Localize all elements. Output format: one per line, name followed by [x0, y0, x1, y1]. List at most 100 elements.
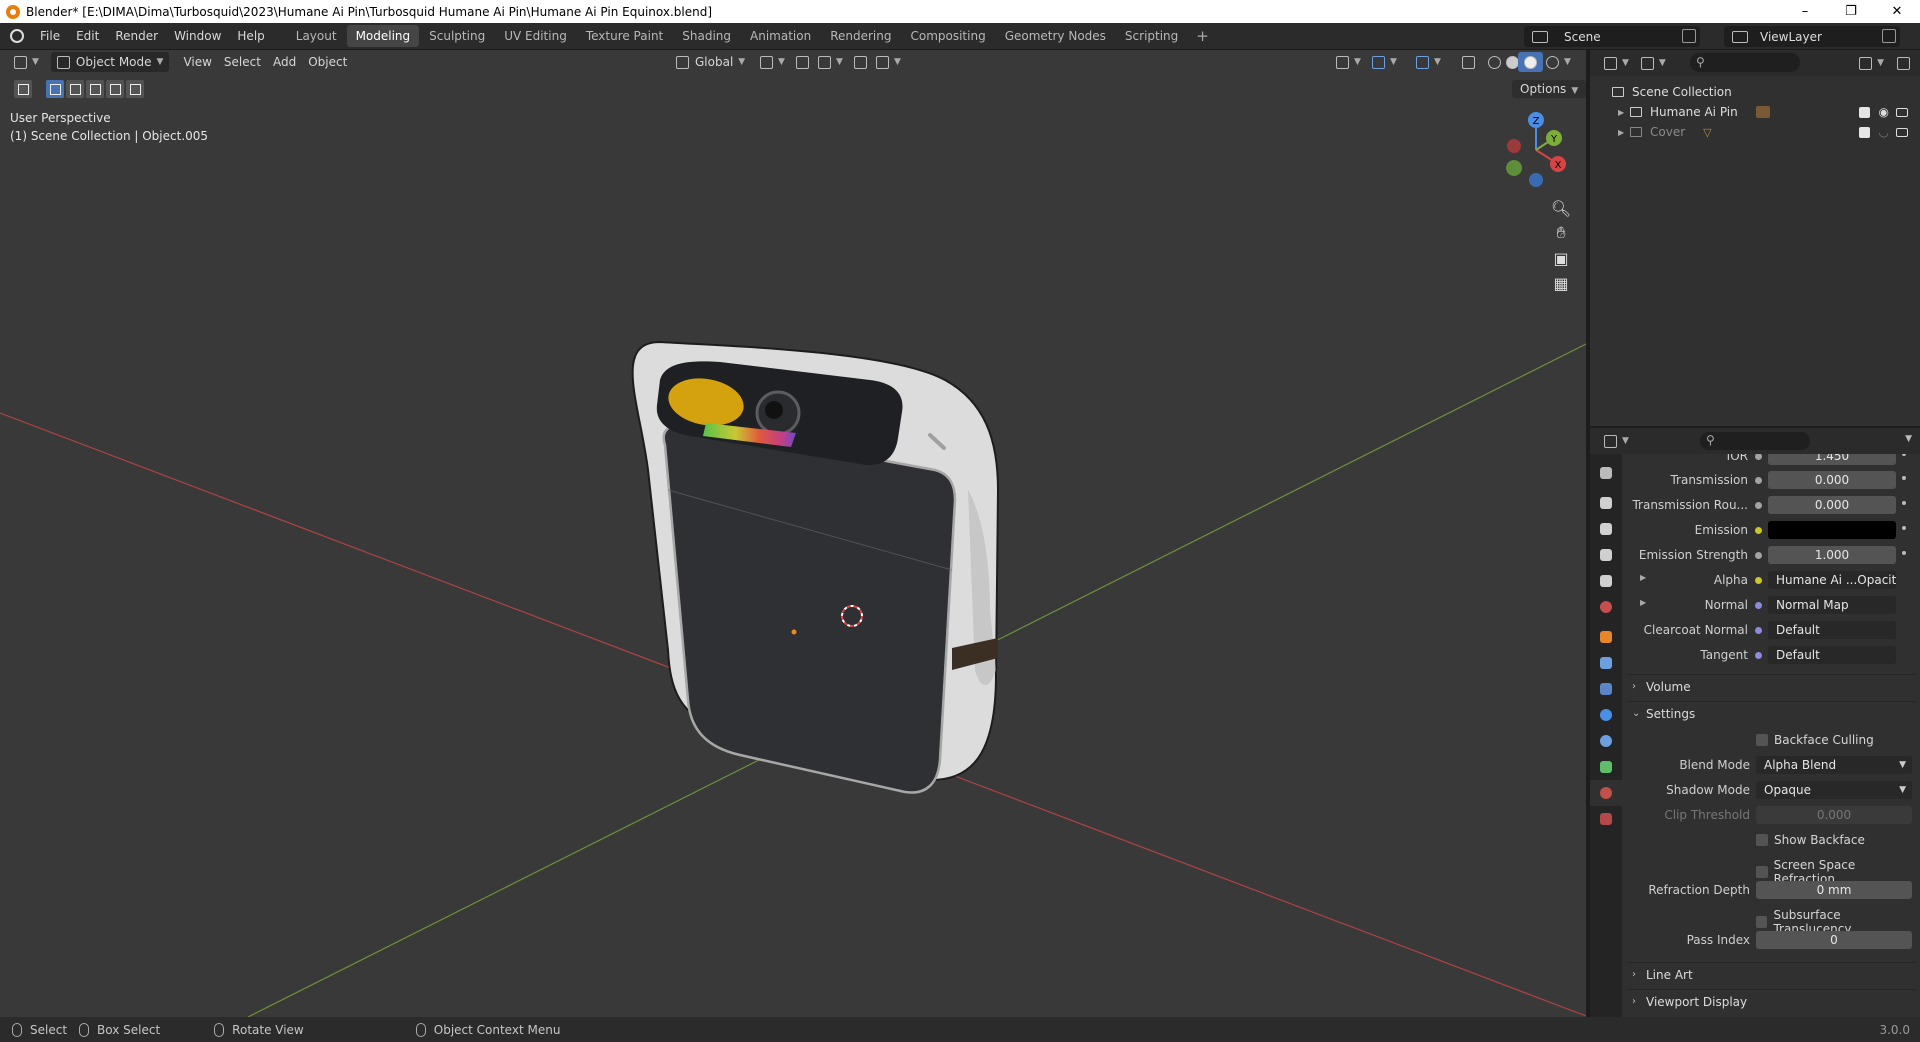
render-camera-icon[interactable] [1896, 107, 1908, 117]
keyframe-dot-icon[interactable] [1902, 526, 1906, 530]
ior-field[interactable]: 1.450 [1768, 454, 1896, 465]
exclude-checkbox[interactable] [1859, 126, 1870, 138]
backface-culling-checkbox[interactable]: Backface Culling [1756, 733, 1874, 747]
keyframe-dot-icon[interactable] [1902, 476, 1906, 480]
workspace-tab-sculpting[interactable]: Sculpting [420, 25, 494, 47]
xray-toggle[interactable] [1456, 52, 1481, 72]
pan-hand-icon[interactable]: ✋︎ [1548, 220, 1574, 246]
tab-particles[interactable] [1590, 676, 1622, 702]
tab-render[interactable] [1590, 490, 1622, 516]
properties-options-icon[interactable]: ▼ [1905, 434, 1912, 444]
blender-menu-icon[interactable] [10, 29, 24, 43]
menu-render[interactable]: Render [107, 29, 166, 43]
select-invert-icon[interactable] [106, 80, 124, 98]
3d-viewport[interactable]: ▼ Object Mode ▼ View Select Add Object Gl… [0, 50, 1586, 1017]
tab-view-layer[interactable] [1590, 542, 1622, 568]
tab-texture[interactable] [1590, 806, 1622, 832]
exclude-checkbox[interactable] [1859, 106, 1870, 118]
workspace-tab-texture-paint[interactable]: Texture Paint [577, 25, 672, 47]
emission-color-swatch[interactable] [1768, 521, 1896, 539]
transmission-roughness-field[interactable]: 0.000 [1768, 496, 1896, 514]
new-scene-button[interactable] [1682, 29, 1696, 43]
tab-output[interactable] [1590, 516, 1622, 542]
ai-pin-model[interactable] [631, 340, 1000, 794]
workspace-tab-modeling[interactable]: Modeling [346, 25, 420, 47]
section-viewport-display[interactable]: › Viewport Display [1626, 989, 1916, 1013]
menu-help[interactable]: Help [229, 29, 272, 43]
select-new-icon[interactable] [46, 80, 64, 98]
shadow-mode-dropdown[interactable]: Opaque ▼ [1756, 781, 1912, 799]
keyframe-dot-icon[interactable] [1902, 551, 1906, 555]
normal-field[interactable]: Normal Map [1768, 596, 1896, 614]
workspace-tab-scripting[interactable]: Scripting [1116, 25, 1187, 47]
shading-rendered[interactable]: ▼ [1540, 52, 1577, 72]
outliner-search-input[interactable]: ⚲ [1690, 53, 1800, 72]
tweak-tool-icon[interactable] [14, 80, 32, 98]
properties-search-input[interactable]: ⚲ [1700, 432, 1810, 450]
overlays-toggle[interactable]: ▼ [1410, 52, 1447, 72]
refraction-depth-field[interactable]: 0 mm [1756, 881, 1912, 899]
snap-target-button[interactable]: ▼ [812, 52, 849, 72]
expand-arrow-icon[interactable]: ▶ [1618, 108, 1630, 117]
gizmo-neg-z-icon[interactable] [1529, 173, 1543, 187]
menu-file[interactable]: File [32, 29, 68, 43]
emission-strength-field[interactable]: 1.000 [1768, 546, 1896, 564]
workspace-tab-layout[interactable]: Layout [287, 25, 346, 47]
ortho-grid-icon[interactable]: ▦ [1548, 270, 1574, 296]
properties-editor-type[interactable]: ▼ [1598, 431, 1635, 451]
add-workspace-button[interactable]: + [1188, 27, 1217, 45]
display-mode-button[interactable]: ▼ [1635, 53, 1672, 73]
scene-selector[interactable]: Scene [1524, 26, 1700, 47]
select-intersect-icon[interactable] [126, 80, 144, 98]
view-layer-selector[interactable]: ViewLayer [1724, 26, 1900, 47]
camera-view-icon[interactable]: ▣ [1548, 245, 1574, 271]
keyframe-dot-icon[interactable] [1902, 454, 1906, 456]
filter-button[interactable]: ▼ [1853, 53, 1890, 73]
gizmo-neg-x-icon[interactable] [1507, 139, 1521, 153]
outliner-item-humane-ai-pin[interactable]: ▶ Humane Ai Pin ◉ [1590, 102, 1920, 122]
zoom-icon[interactable]: 🔍︎ [1548, 195, 1574, 221]
outliner-item-cover[interactable]: ▶ Cover ▽ ◡ [1590, 122, 1920, 142]
editor-type-button[interactable]: ▼ [8, 52, 45, 72]
gizmo-toggle[interactable]: ▼ [1366, 52, 1403, 72]
section-settings[interactable]: ⌄ Settings [1626, 701, 1916, 725]
render-camera-icon[interactable] [1896, 127, 1908, 137]
workspace-tab-compositing[interactable]: Compositing [901, 25, 994, 47]
pivot-point-button[interactable]: ▼ [754, 52, 791, 72]
selectability-button[interactable]: ▼ [1330, 52, 1367, 72]
clearcoat-normal-field[interactable]: Default [1768, 621, 1896, 639]
menu-window[interactable]: Window [166, 29, 229, 43]
tangent-field[interactable]: Default [1768, 646, 1896, 664]
viewport-menu-object[interactable]: Object [302, 52, 353, 72]
mode-dropdown[interactable]: Object Mode ▼ [50, 52, 170, 72]
viewport-menu-add[interactable]: Add [267, 52, 302, 72]
select-subtract-icon[interactable] [86, 80, 104, 98]
select-extend-icon[interactable] [66, 80, 84, 98]
tab-material[interactable] [1590, 780, 1622, 806]
workspace-tab-uv-editing[interactable]: UV Editing [495, 25, 576, 47]
close-button[interactable]: ✕ [1874, 0, 1920, 23]
tab-physics[interactable] [1590, 702, 1622, 728]
tab-world[interactable] [1590, 594, 1622, 620]
show-backface-checkbox[interactable]: Show Backface [1756, 833, 1865, 847]
new-collection-button[interactable] [1891, 53, 1916, 73]
workspace-tab-geometry-nodes[interactable]: Geometry Nodes [996, 25, 1115, 47]
viewport-menu-select[interactable]: Select [218, 52, 267, 72]
workspace-tab-rendering[interactable]: Rendering [821, 25, 900, 47]
expand-arrow-icon[interactable]: ▶ [1640, 598, 1646, 607]
tab-object[interactable] [1590, 624, 1622, 650]
tab-modifiers[interactable] [1590, 650, 1622, 676]
tab-tool[interactable] [1590, 460, 1622, 486]
alpha-texture-field[interactable]: Humane Ai ...Opacity.png [1768, 571, 1896, 589]
navigation-gizmo[interactable]: Z X Y [1496, 110, 1576, 190]
expand-arrow-icon[interactable]: ▶ [1640, 573, 1646, 582]
workspace-tab-shading[interactable]: Shading [673, 25, 740, 47]
tab-constraints[interactable] [1590, 728, 1622, 754]
maximize-button[interactable]: ❐ [1828, 0, 1874, 23]
keyframe-dot-icon[interactable] [1902, 501, 1906, 505]
transmission-field[interactable]: 0.000 [1768, 471, 1896, 489]
options-dropdown[interactable]: Options ▼ [1512, 80, 1586, 98]
tab-data[interactable] [1590, 754, 1622, 780]
gizmo-neg-y-icon[interactable] [1506, 160, 1522, 176]
proportional-falloff-button[interactable]: ▼ [870, 52, 907, 72]
